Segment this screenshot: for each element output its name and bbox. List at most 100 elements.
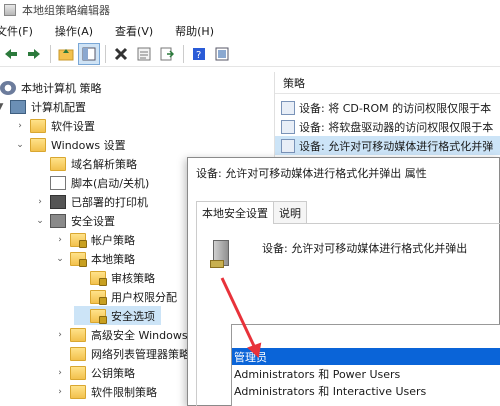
- dialog-tabs: 本地安全设置 说明: [196, 201, 307, 224]
- tree-item-label: 计算机配置: [31, 100, 86, 114]
- tree-item-label: 软件限制策略: [91, 385, 157, 399]
- option-administrators[interactable]: 管理员: [232, 348, 500, 365]
- tree-item-label: 网络列表管理器策略: [91, 347, 190, 361]
- tree-item-software-restriction[interactable]: › 软件限制策略: [54, 382, 157, 401]
- tree-item-security-settings[interactable]: ⌄ 安全设置: [34, 211, 115, 230]
- tree-item-computer-config[interactable]: ▼ 计算机配置: [0, 97, 86, 116]
- folder-icon: [30, 118, 46, 133]
- gear-icon: [0, 80, 16, 95]
- app-icon: [4, 4, 16, 16]
- tree-item-software-settings[interactable]: › 软件设置: [14, 116, 95, 135]
- tree-item-windows-settings[interactable]: ⌄ Windows 设置: [14, 135, 126, 154]
- title-bar: 本地组策略编辑器: [0, 0, 500, 20]
- folder-icon: [70, 346, 86, 361]
- lock-folder-icon: [70, 251, 87, 267]
- tree-item-label: 帐户策略: [91, 233, 135, 247]
- forward-arrow-icon[interactable]: [23, 43, 45, 65]
- computer-icon: [10, 99, 26, 114]
- chevron-right-icon[interactable]: ›: [54, 368, 66, 378]
- help-icon[interactable]: ?: [188, 43, 210, 65]
- tree-item-network-list-manager[interactable]: 网络列表管理器策略: [54, 344, 190, 363]
- tab-local-security-setting[interactable]: 本地安全设置: [196, 201, 274, 224]
- tree-item-deployed-printers[interactable]: › 已部署的打印机: [34, 192, 148, 211]
- policy-row[interactable]: 设备: 将软盘驱动器的访问权限仅限于本: [275, 117, 500, 136]
- delete-icon[interactable]: [110, 43, 132, 65]
- lock-folder-icon: [70, 232, 87, 248]
- folder-icon: [50, 156, 66, 171]
- tree-item-label: 已部署的打印机: [71, 195, 148, 209]
- tree-item-label: 审核策略: [111, 271, 155, 285]
- menu-view[interactable]: 查看(V): [115, 23, 153, 39]
- toolbar-separator: [183, 44, 184, 63]
- folder-icon: [70, 384, 86, 399]
- show-hide-tree-icon[interactable]: [78, 42, 100, 65]
- folder-icon: [30, 137, 46, 152]
- tree-item-local-computer-policy[interactable]: 本地计算机 策略: [0, 78, 102, 97]
- column-header-policy[interactable]: 策略: [275, 72, 500, 94]
- option-admins-interactive-users[interactable]: Administrators 和 Interactive Users: [232, 382, 500, 399]
- tree-item-label: 软件设置: [51, 119, 95, 133]
- view-icon[interactable]: [211, 43, 233, 65]
- policy-computer-icon: [210, 240, 229, 268]
- security-icon: [50, 213, 66, 228]
- policy-icon: [281, 119, 295, 134]
- option-admins-power-users[interactable]: Administrators 和 Power Users: [232, 365, 500, 382]
- tree-item-label: 用户权限分配: [111, 290, 177, 304]
- chevron-right-icon[interactable]: ›: [54, 235, 66, 245]
- toolbar: ?: [0, 41, 500, 67]
- chevron-down-icon[interactable]: ▼: [0, 102, 6, 112]
- policy-icon: [281, 138, 295, 153]
- lock-folder-icon: [90, 289, 107, 305]
- chevron-down-icon[interactable]: ⌄: [14, 140, 26, 150]
- chevron-down-icon[interactable]: ⌄: [34, 216, 46, 226]
- policy-row[interactable]: 设备: 将 CD-ROM 的访问权限仅限于本: [275, 98, 500, 117]
- document-icon: [50, 175, 66, 190]
- policy-label: 设备: 将 CD-ROM 的访问权限仅限于本: [299, 101, 492, 115]
- tree-item-label: Windows 设置: [51, 138, 126, 152]
- tab-explain[interactable]: 说明: [273, 201, 307, 223]
- chevron-down-icon[interactable]: ⌄: [54, 254, 66, 264]
- tree-item-scripts[interactable]: 脚本(启动/关机): [34, 173, 149, 192]
- window-title: 本地组策略编辑器: [22, 4, 110, 17]
- folder-icon: [70, 365, 86, 380]
- toolbar-separator: [105, 44, 106, 63]
- tree-item-label: 本地策略: [91, 252, 135, 266]
- export-list-icon[interactable]: [156, 43, 178, 65]
- dialog-title: 设备: 允许对可移动媒体进行格式化并弹出 属性: [196, 167, 427, 180]
- tree-item-label: 高级安全 Windows: [91, 328, 188, 342]
- menu-file[interactable]: 文件(F): [0, 23, 33, 39]
- policy-icon: [281, 100, 295, 115]
- back-arrow-icon[interactable]: [0, 43, 22, 65]
- properties-icon[interactable]: [133, 43, 155, 65]
- tree-item-account-policies[interactable]: › 帐户策略: [54, 230, 135, 249]
- policy-label: 设备: 将软盘驱动器的访问权限仅限于本: [299, 120, 494, 134]
- menu-action[interactable]: 操作(A): [55, 23, 93, 39]
- up-folder-icon[interactable]: [55, 43, 77, 65]
- chevron-right-icon[interactable]: ›: [54, 387, 66, 397]
- tree-item-local-policies[interactable]: ⌄ 本地策略: [54, 249, 135, 268]
- dialog-policy-name: 设备: 允许对可移动媒体进行格式化并弹出: [262, 242, 468, 255]
- menu-help[interactable]: 帮助(H): [175, 23, 214, 39]
- lock-folder-icon: [90, 270, 107, 286]
- tree-item-windows-firewall[interactable]: › 高级安全 Windows: [54, 325, 188, 344]
- policy-row-selected[interactable]: 设备: 允许对可移动媒体进行格式化并弹: [275, 136, 500, 155]
- tree-item-name-resolution-policy[interactable]: 域名解析策略: [34, 154, 137, 173]
- menu-bar: 文件(F) 操作(A) 查看(V) 帮助(H): [0, 20, 500, 41]
- policy-label: 设备: 允许对可移动媒体进行格式化并弹: [299, 139, 494, 153]
- column-header-label: 策略: [283, 76, 305, 90]
- tree-item-security-options[interactable]: 安全选项: [74, 306, 161, 325]
- tree-item-user-rights[interactable]: 用户权限分配: [74, 287, 177, 306]
- chevron-right-icon[interactable]: ›: [14, 121, 26, 131]
- properties-dialog: 设备: 允许对可移动媒体进行格式化并弹出 属性 本地安全设置 说明 设备: 允许…: [187, 157, 500, 406]
- tree-item-public-key-policies[interactable]: › 公钥策略: [54, 363, 135, 382]
- lock-folder-icon: [90, 308, 107, 324]
- tree-item-label: 脚本(启动/关机): [71, 176, 150, 190]
- chevron-right-icon[interactable]: ›: [54, 330, 66, 340]
- tree-item-audit-policy[interactable]: 审核策略: [74, 268, 155, 287]
- svg-text:?: ?: [196, 50, 201, 61]
- folder-icon: [70, 327, 86, 342]
- chevron-right-icon[interactable]: ›: [34, 197, 46, 207]
- toolbar-separator: [50, 44, 51, 63]
- option-dropdown-list[interactable]: 管理员 Administrators 和 Power Users Adminis…: [231, 324, 500, 406]
- tree-item-label: 安全设置: [71, 214, 115, 228]
